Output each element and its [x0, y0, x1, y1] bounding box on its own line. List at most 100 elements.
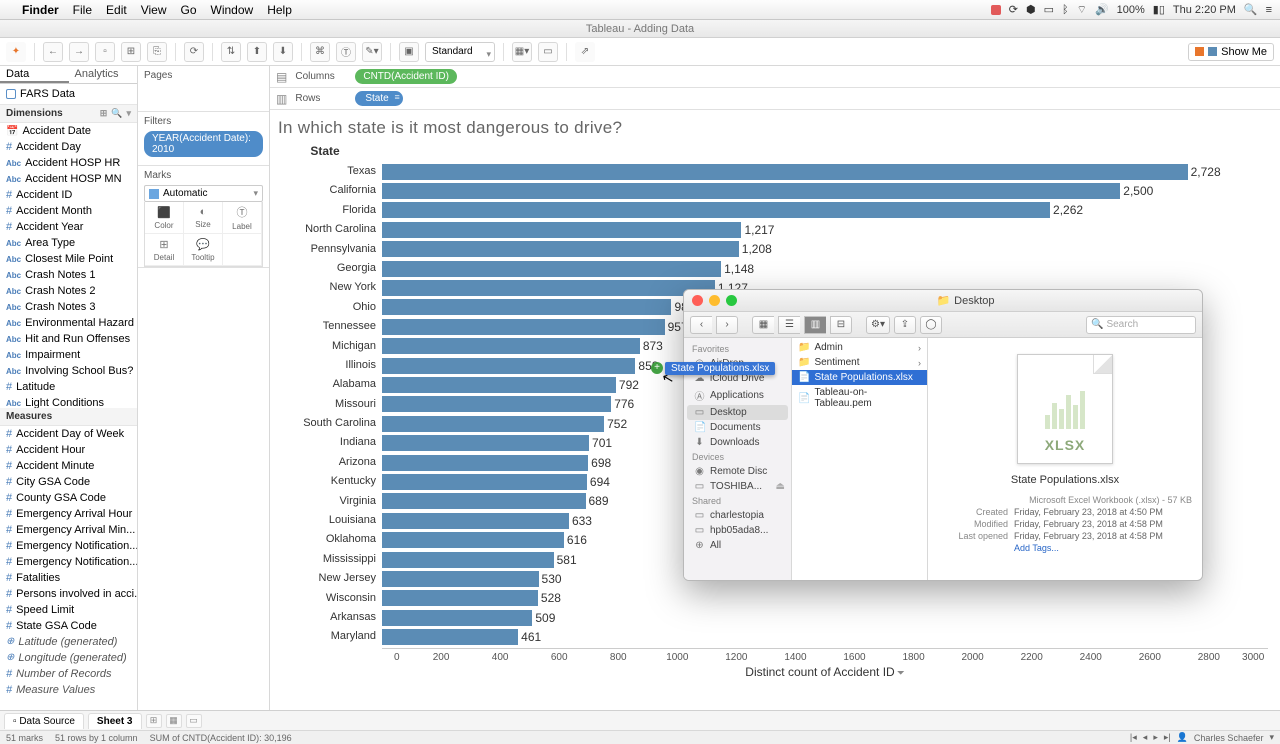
field-item[interactable]: #Fatalities	[0, 570, 137, 586]
sidebar-remote-disc[interactable]: ◉Remote Disc	[684, 464, 791, 479]
close-button[interactable]	[692, 295, 703, 306]
field-item[interactable]: AbcLight Conditions	[0, 395, 137, 408]
finder-forward-button[interactable]: ›	[716, 316, 738, 334]
field-item[interactable]: AbcCrash Notes 2	[0, 283, 137, 299]
mark-tooltip-button[interactable]: 💬Tooltip	[184, 234, 223, 266]
bar-row[interactable]: 528	[382, 589, 1268, 608]
new-dashboard-button[interactable]: ▦	[166, 714, 182, 728]
search-icon[interactable]: 🔍	[111, 108, 122, 119]
record-icon[interactable]	[991, 5, 1001, 15]
rows-pill[interactable]: State	[355, 91, 402, 106]
menu-window[interactable]: Window	[211, 3, 254, 17]
field-item[interactable]: AbcInvolving School Bus?	[0, 363, 137, 379]
forward-button[interactable]: →	[69, 42, 89, 62]
bar-row[interactable]: 1,148	[382, 259, 1268, 278]
field-item[interactable]: #Accident Year	[0, 219, 137, 235]
list-item[interactable]: 📄Tableau-on-Tableau.pem	[792, 385, 927, 411]
filters-card[interactable]: Filters YEAR(Accident Date): 2010	[138, 112, 269, 166]
rows-shelf[interactable]: ▥ Rows State	[270, 88, 1280, 110]
action-button[interactable]: ⇪	[894, 316, 916, 334]
tab-data[interactable]: Data	[0, 66, 69, 83]
status-user[interactable]: Charles Schaefer	[1194, 733, 1264, 743]
view-gallery-button[interactable]: ⊟	[830, 316, 852, 334]
list-item[interactable]: 📁Sentiment›	[792, 355, 927, 370]
wifi-icon[interactable]: ⌔	[1077, 3, 1087, 17]
field-item[interactable]: #Accident Day of Week	[0, 426, 137, 442]
field-item[interactable]: #Emergency Notification...	[0, 554, 137, 570]
sidebar-documents[interactable]: 📄Documents	[684, 420, 791, 435]
app-menu[interactable]: Finder	[22, 3, 59, 17]
display-icon[interactable]: ▭	[1044, 3, 1054, 16]
columns-shelf[interactable]: ▤ Columns CNTD(Accident ID)	[270, 66, 1280, 88]
mark-detail-button[interactable]: ⊞Detail	[145, 234, 184, 266]
field-item[interactable]: AbcArea Type	[0, 235, 137, 251]
clock[interactable]: Thu 2:20 PM	[1173, 4, 1236, 16]
new-worksheet-button[interactable]: ⎘	[147, 42, 167, 62]
mark-color-button[interactable]: ⬛Color	[145, 202, 184, 234]
tab-datasource[interactable]: ▫ Data Source	[4, 713, 84, 729]
menu-help[interactable]: Help	[267, 3, 292, 17]
mark-type-select[interactable]: Automatic ▾	[144, 185, 263, 202]
filter-pill[interactable]: YEAR(Accident Date): 2010	[144, 131, 263, 157]
field-item[interactable]: #Emergency Arrival Min...	[0, 522, 137, 538]
bluetooth-icon[interactable]: ᛒ	[1062, 4, 1069, 16]
finder-titlebar[interactable]: 📁Desktop	[684, 290, 1202, 312]
menu-edit[interactable]: Edit	[106, 3, 127, 17]
field-item[interactable]: ⊕Longitude (generated)	[0, 650, 137, 666]
pages-card[interactable]: Pages	[138, 66, 269, 112]
save-button[interactable]: ▫	[95, 42, 115, 62]
bar-row[interactable]: 2,728	[382, 162, 1268, 181]
swap-button[interactable]: ⇅	[221, 42, 241, 62]
sidebar-applications[interactable]: ⒶApplications	[684, 386, 791, 405]
menu-file[interactable]: File	[73, 3, 92, 17]
field-item[interactable]: 📅Accident Date	[0, 123, 137, 139]
field-item[interactable]: #City GSA Code	[0, 474, 137, 490]
columns-pill[interactable]: CNTD(Accident ID)	[355, 69, 457, 84]
tableau-logo-icon[interactable]: ✦	[6, 42, 26, 62]
arrange-button[interactable]: ⚙▾	[866, 316, 890, 334]
sidebar-shared-all[interactable]: ⊕All	[684, 538, 791, 553]
fit-select[interactable]: Standard	[425, 42, 495, 62]
highlight-button[interactable]: ✎▾	[362, 42, 382, 62]
field-item[interactable]: #Latitude	[0, 379, 137, 395]
menu-view[interactable]: View	[141, 3, 167, 17]
field-item[interactable]: #Persons involved in acci...	[0, 586, 137, 602]
group-button[interactable]: ⌘	[310, 42, 330, 62]
view-icons-button[interactable]: ▦	[752, 316, 774, 334]
field-item[interactable]: #Accident Day	[0, 139, 137, 155]
field-item[interactable]: #Measure Values	[0, 682, 137, 698]
nav-next-button[interactable]: ▸	[1153, 732, 1158, 743]
field-item[interactable]: AbcImpairment	[0, 347, 137, 363]
datasource-row[interactable]: FARS Data	[0, 84, 137, 105]
new-sheet-button[interactable]: ⊞	[146, 714, 162, 728]
tags-button[interactable]: ◯	[920, 316, 942, 334]
mark-label-button[interactable]: ⓉLabel	[223, 202, 262, 234]
field-item[interactable]: ⊕Latitude (generated)	[0, 634, 137, 650]
field-item[interactable]: #Accident Hour	[0, 442, 137, 458]
dimensions-list[interactable]: 📅Accident Date#Accident Day AbcAccident H…	[0, 123, 137, 408]
mark-size-button[interactable]: ◐Size	[184, 202, 223, 234]
minimize-button[interactable]	[709, 295, 720, 306]
bar-row[interactable]: 1,217	[382, 220, 1268, 239]
refresh-button[interactable]: ⟳	[184, 42, 204, 62]
bar-row[interactable]: 461	[382, 627, 1268, 646]
sidebar-downloads[interactable]: ⬇Downloads	[684, 435, 791, 450]
volume-icon[interactable]: 🔊	[1095, 3, 1109, 16]
field-item[interactable]: AbcHit and Run Offenses	[0, 331, 137, 347]
measures-list[interactable]: #Accident Day of Week#Accident Hour#Acci…	[0, 426, 137, 711]
list-item[interactable]: 📁Admin›	[792, 340, 927, 355]
nav-last-button[interactable]: ▸|	[1164, 732, 1171, 743]
presentation-button[interactable]: ▭	[538, 42, 558, 62]
view-columns-button[interactable]: ▥	[804, 316, 826, 334]
new-story-button[interactable]: ▭	[186, 714, 202, 728]
sort-asc-button[interactable]: ⬆	[247, 42, 267, 62]
sidebar-toshiba[interactable]: ▭TOSHIBA...⏏	[684, 479, 791, 494]
field-item[interactable]: #State GSA Code	[0, 618, 137, 634]
menu-icon[interactable]: ▾	[126, 108, 131, 119]
battery-icon[interactable]: ▮▯	[1153, 3, 1165, 16]
share-button[interactable]: ⇗	[575, 42, 595, 62]
field-item[interactable]: #Accident ID	[0, 187, 137, 203]
field-item[interactable]: AbcAccident HOSP MN	[0, 171, 137, 187]
field-item[interactable]: #County GSA Code	[0, 490, 137, 506]
sort-desc-button[interactable]: ⬇	[273, 42, 293, 62]
